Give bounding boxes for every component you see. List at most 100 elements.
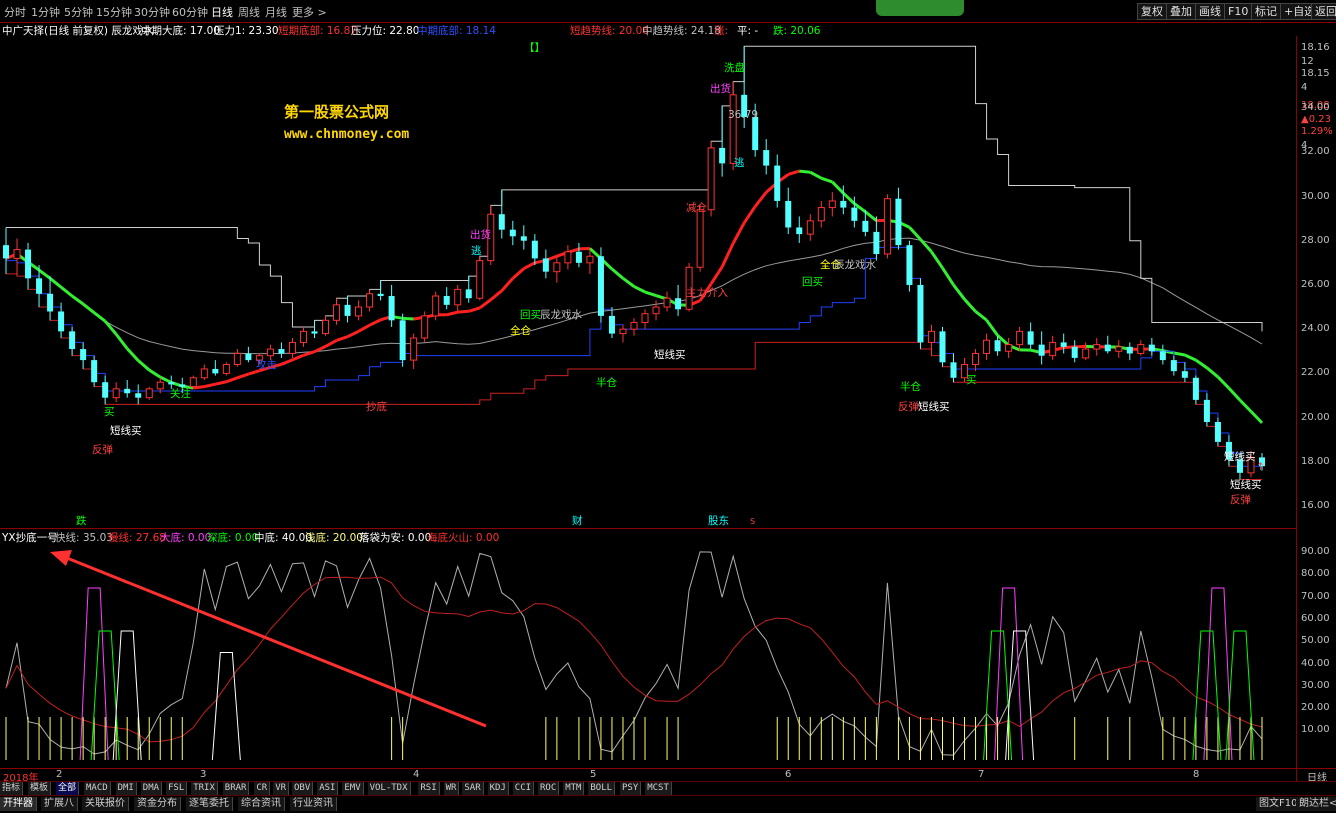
red-arrow-head [50,550,72,566]
period-tab-1min[interactable]: 1分钟 [31,4,60,20]
indicator-tab[interactable]: ROC [538,782,559,795]
escape-label-top: 逃 [734,156,745,169]
attack-label: 攻击 [256,358,277,371]
short-buy-label-right: 短线买 [918,400,950,413]
period-tab-more[interactable]: 更多 > [292,4,327,20]
indicator-tab[interactable]: CCI [513,782,534,795]
indicator-tab[interactable]: MCST [645,782,672,795]
bottom-tabs: 开拌器扩展八关联报价资金分布逐笔委托综合资讯行业资讯 图文F10朗达栏< [0,795,1336,813]
watermark-title: 第一股票公式网 [284,103,389,121]
candle [906,241,912,292]
short-buy-label-left: 短线买 [110,424,142,437]
period-tab-30min[interactable]: 30分钟 [134,4,170,20]
bottom-right-button[interactable]: 图文F10 [1256,797,1301,811]
overlay-button[interactable]: 叠加 [1166,3,1196,20]
indicator-tick: 50.00 [1301,635,1330,646]
indicator-tick: 80.00 [1301,568,1330,579]
price-chart[interactable]: 第一股票公式网 www.chnmoney.com 【】 洗盘 出货 36.79 … [0,36,1296,528]
restore-right-button[interactable]: 复权 [1137,3,1167,20]
bottom-right-button[interactable]: 朗达栏< [1296,797,1336,811]
sub-indicator-chart[interactable] [0,528,1296,768]
escape-label-mid: 逃 [471,244,482,257]
indicator-tab[interactable]: KDJ [488,782,509,795]
green-handle[interactable] [876,0,964,16]
bracket-mark: 【】 [524,42,545,54]
indicator-tab[interactable]: DMI [116,782,137,795]
period-tab-60min[interactable]: 60分钟 [172,4,208,20]
price-tick: 22.00 [1301,367,1330,378]
candle [917,278,923,349]
mark-button[interactable]: 标记 [1251,3,1281,20]
indicator-tab[interactable]: MACD [84,782,111,795]
trend-segment [403,318,414,319]
bottom-tab[interactable]: 关联报价 [82,797,129,811]
bottom-tab[interactable]: 行业资讯 [290,797,337,811]
candle [598,247,604,322]
half-label-left: 半仓 [596,376,617,389]
date-feb: 2 [56,769,62,780]
dragon-label-left: 辰龙戏水 [540,308,582,321]
indicator-tab[interactable]: ASI [317,782,338,795]
indicator-tab[interactable]: BOLL [588,782,615,795]
price-tick: 32.00 [1301,146,1330,157]
indicator-info-row: 中广天择(日线 前复权) 辰龙戏水 中期大底: 17.00 压力1: 23.30… [0,22,1296,36]
axis-top-tick: 12 [1301,56,1314,67]
short-buy-label-end: 短线买 [1230,478,1262,491]
indicator-tab[interactable]: RSI [418,782,439,795]
axis-top-tick: 18.16 [1301,42,1330,53]
candle [91,356,97,387]
indicator-tick: 20.00 [1301,702,1330,713]
period-label-bottom[interactable]: 日线 [1296,768,1336,782]
indicator-tab[interactable]: VOL-TDX [368,782,411,795]
candle [433,292,439,321]
washout-label: 洗盘 [724,61,745,74]
indicator-tab[interactable]: DMA [141,782,162,795]
bottom-tab[interactable]: 逐笔委托 [186,797,233,811]
indicator-tab[interactable]: OBV [292,782,313,795]
concern-label: 关注 [170,387,191,400]
indicator-tab[interactable]: TRIX [191,782,218,795]
short-buy-label-far: 短线买 [1224,450,1256,463]
bottom-tab[interactable]: 综合资讯 [238,797,285,811]
period-tab-daily[interactable]: 日线 [211,4,233,20]
period-tab-5min[interactable]: 5分钟 [64,4,93,20]
f10-button[interactable]: F10 [1224,3,1252,20]
event-s-label: S [750,517,755,526]
indicator-tab[interactable]: WR [444,782,460,795]
indicator-tick: 30.00 [1301,680,1330,691]
high-price-label: 36.79 [728,109,758,121]
price-tick: 18.00 [1301,456,1330,467]
indicator-tab[interactable]: 指标 [0,782,23,795]
candle [223,362,229,375]
indicator-tab[interactable]: EMV [342,782,363,795]
bottom-tab[interactable]: 开拌器 [0,797,37,811]
date-jun: 6 [785,769,791,780]
bottom-tab[interactable]: 资金分布 [134,797,181,811]
indicator-tab[interactable]: FSL [166,782,187,795]
period-tab-weekly[interactable]: 周线 [238,4,260,20]
indicator-tab[interactable]: MTM [563,782,584,795]
indicator-tab[interactable]: 全部 [56,782,79,795]
back-button[interactable]: 返回 [1311,3,1336,20]
indicator-tab[interactable]: 模板 [28,782,51,795]
price-tick: 34.00 [1301,102,1330,113]
indicator-tick: 90.00 [1301,546,1330,557]
indicator-tab[interactable]: SAR [462,782,483,795]
period-tab-15min[interactable]: 15分钟 [96,4,132,20]
indicator-tab[interactable]: CR [254,782,270,795]
signal-spike [212,653,240,761]
candle [884,194,890,258]
period-tab-timeshare[interactable]: 分时 [4,4,26,20]
price-tick: 24.00 [1301,323,1330,334]
bottom-tab[interactable]: 扩展八 [41,797,78,811]
indicator-tab[interactable]: VR [273,782,289,795]
period-tab-monthly[interactable]: 月线 [265,4,287,20]
indicator-tick: 40.00 [1301,658,1330,669]
indicator-tab[interactable]: BRAR [223,782,250,795]
ship-label-top: 出货 [710,82,731,95]
date-jul: 7 [978,769,984,780]
indicator-tick: 10.00 [1301,724,1330,735]
indicator-tab[interactable]: PSY [620,782,641,795]
draw-line-button[interactable]: 画线 [1195,3,1225,20]
full-label-left: 全仓 [510,324,531,337]
